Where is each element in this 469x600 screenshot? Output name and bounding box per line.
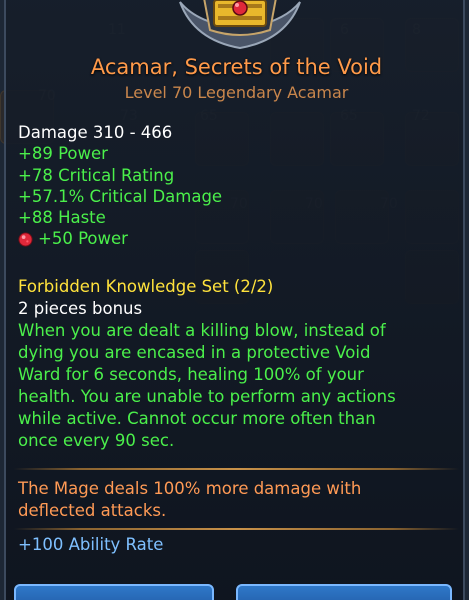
passive-line: deflected attacks.: [18, 501, 167, 520]
stat-line: +57.1% Critical Damage: [18, 186, 223, 206]
item-icon-frame: [179, 0, 301, 50]
set-bonus-label: 2 pieces bonus: [18, 299, 143, 318]
passive-effect: The Mage deals 100% more damage with def…: [18, 478, 458, 522]
stat-line: +78 Critical Rating: [18, 165, 175, 185]
set-description-line: Ward for 6 seconds, healing 100% of your: [18, 365, 364, 384]
right-action-button[interactable]: [236, 584, 452, 600]
book-icon: [213, 0, 267, 27]
item-stats: Damage 310 - 466 +89 Power +78 Critical …: [18, 122, 458, 250]
left-action-button[interactable]: [14, 584, 214, 600]
divider: [14, 468, 459, 470]
ability-rate: +100 Ability Rate: [18, 535, 164, 554]
stat-line: +88 Haste: [18, 208, 106, 228]
damage-stat: Damage 310 - 466: [18, 123, 173, 142]
set-bonus-section: Forbidden Knowledge Set (2/2) 2 pieces b…: [18, 276, 458, 452]
set-description-line: dying you are encased in a protective Vo…: [18, 343, 371, 362]
set-description-line: while active. Cannot occur more often th…: [18, 409, 376, 428]
set-description-line: When you are dealt a killing blow, inste…: [18, 321, 386, 340]
set-description-line: health. You are unable to perform any ac…: [18, 387, 396, 406]
item-header: Acamar, Secrets of the Void Level 70 Leg…: [6, 52, 467, 104]
game-screen: 11 6 8 70 73 65 65 72 70 70 70 Acamar, S…: [0, 0, 469, 600]
red-gem-icon: [18, 232, 33, 247]
item-tooltip: Acamar, Secrets of the Void Level 70 Leg…: [4, 0, 465, 600]
gem-stat-text: +50 Power: [38, 229, 128, 249]
divider: [14, 528, 459, 530]
passive-line: The Mage deals 100% more damage with: [18, 479, 362, 498]
gem-stat-row: +50 Power: [18, 228, 458, 249]
item-subtitle: Level 70 Legendary Acamar: [124, 83, 349, 102]
set-title: Forbidden Knowledge Set (2/2): [18, 277, 274, 296]
item-name: Acamar, Secrets of the Void: [90, 55, 383, 79]
stat-line: +89 Power: [18, 144, 108, 164]
set-description-line: once every 90 sec.: [18, 431, 175, 450]
